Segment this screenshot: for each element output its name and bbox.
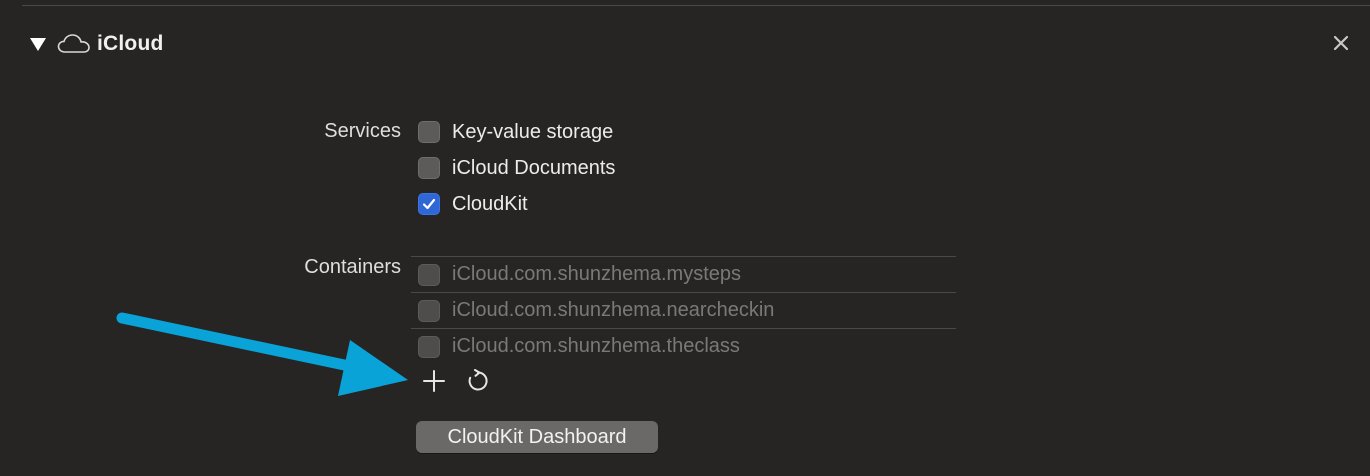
section-title: iCloud xyxy=(97,32,164,55)
close-icon[interactable] xyxy=(1332,34,1350,52)
container-label: iCloud.com.shunzhema.theclass xyxy=(452,335,740,357)
container-label: iCloud.com.shunzhema.nearcheckin xyxy=(452,299,775,321)
container-label: iCloud.com.shunzhema.mysteps xyxy=(452,263,742,285)
checkmark-icon xyxy=(422,198,436,210)
annotation-arrow-icon xyxy=(116,312,408,396)
refresh-icon[interactable] xyxy=(465,368,491,394)
container-list-actions xyxy=(421,368,509,394)
service-cloudkit[interactable]: CloudKit xyxy=(418,190,528,218)
container-item-nearcheckin[interactable]: iCloud.com.shunzhema.nearcheckin xyxy=(411,293,956,329)
checkbox-label: CloudKit xyxy=(452,192,528,215)
service-key-value-storage[interactable]: Key-value storage xyxy=(418,118,613,146)
checkbox[interactable] xyxy=(418,121,440,143)
container-item-mysteps[interactable]: iCloud.com.shunzhema.mysteps xyxy=(411,257,956,293)
containers-label: Containers xyxy=(304,256,401,278)
checkbox-label: iCloud Documents xyxy=(452,156,616,179)
checkbox[interactable] xyxy=(418,299,440,322)
checkbox-checked[interactable] xyxy=(418,193,440,215)
plus-icon[interactable] xyxy=(421,368,447,394)
cloudkit-dashboard-button[interactable]: CloudKit Dashboard xyxy=(416,421,658,453)
disclosure-triangle-icon[interactable] xyxy=(30,37,46,51)
containers-list: iCloud.com.shunzhema.mysteps iCloud.com.… xyxy=(411,256,956,364)
service-icloud-documents[interactable]: iCloud Documents xyxy=(418,154,615,182)
top-divider xyxy=(22,5,1370,6)
section-header: iCloud xyxy=(30,28,164,60)
checkbox[interactable] xyxy=(418,157,440,179)
checkbox-label: Key-value storage xyxy=(452,120,614,143)
services-label: Services xyxy=(324,120,401,142)
container-item-theclass[interactable]: iCloud.com.shunzhema.theclass xyxy=(411,329,956,364)
checkbox[interactable] xyxy=(418,335,440,358)
cloud-icon xyxy=(57,33,91,55)
checkbox[interactable] xyxy=(418,263,440,286)
